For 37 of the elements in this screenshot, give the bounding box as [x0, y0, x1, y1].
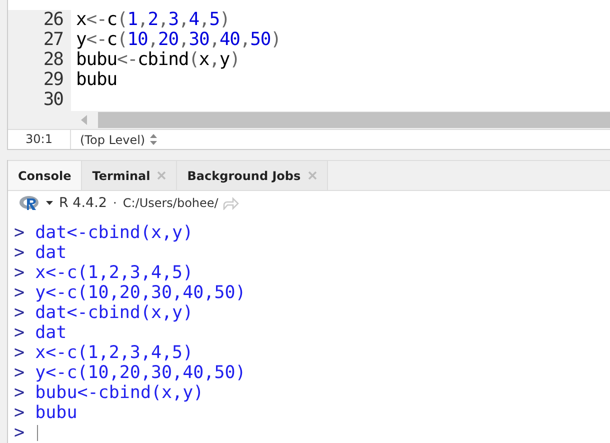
code-line: y<-c(10,20,30,40,50) [76, 30, 281, 50]
console-line: > x<-c(1,2,3,4,5) [13, 263, 194, 283]
console-prompt: > [14, 423, 25, 443]
line-number: 26 [42, 10, 64, 30]
console-line: > x<-c(1,2,3,4,5) [13, 343, 194, 363]
scrollbar-thumb[interactable] [98, 112, 610, 128]
arrow-icon[interactable] [223, 196, 240, 210]
close-icon[interactable] [308, 171, 317, 180]
text-cursor [36, 425, 38, 441]
code-line: x<-c(1,2,3,4,5) [76, 10, 231, 30]
tab[interactable]: Background Jobs [177, 161, 328, 190]
console-line: > dat<-cbind(x,y) [13, 303, 194, 323]
line-number: 27 [42, 30, 64, 50]
cursor-position: 30:1 [8, 130, 71, 149]
up-down-icon [150, 134, 158, 145]
console-line: > dat [13, 323, 68, 343]
close-icon[interactable] [157, 171, 166, 180]
tab[interactable]: Console [8, 161, 82, 190]
tab[interactable]: Terminal [82, 161, 178, 190]
line-number: 28 [42, 50, 64, 70]
console-line: > y<-c(10,20,30,40,50) [13, 283, 247, 303]
code-line: bubu<-cbind(x,y) [76, 50, 241, 70]
console-line: > bubu [13, 403, 78, 423]
line-number: 29 [42, 70, 64, 90]
console-line: > dat [13, 243, 68, 263]
separator: · [113, 196, 117, 210]
scroll-left-icon[interactable] [81, 115, 88, 125]
working-directory: C:/Users/bohee/ [122, 196, 218, 210]
console-line: > y<-c(10,20,30,40,50) [13, 363, 247, 383]
scope-selector[interactable]: (Top Level) [71, 132, 158, 146]
caret-icon[interactable] [46, 201, 53, 205]
console-line: > dat<-cbind(x,y) [13, 223, 194, 243]
line-number: 30 [42, 90, 64, 110]
r-version: R 4.4.2 [59, 195, 108, 211]
r-logo-icon[interactable] [19, 195, 41, 211]
code-line: bubu [76, 70, 118, 90]
console-line: > bubu<-cbind(x,y) [13, 383, 205, 403]
